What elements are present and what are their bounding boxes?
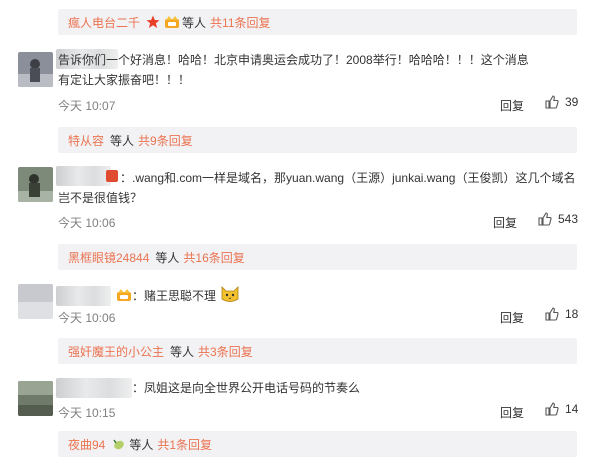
like-button[interactable]: 543	[538, 212, 578, 226]
reply-user-name[interactable]: 夜曲94	[68, 436, 105, 453]
reply-user-name[interactable]: 强奸魔王的小公主	[68, 343, 164, 360]
reply-summary-bar[interactable]: 特从容 等人 共9条回复	[58, 127, 577, 153]
reply-button[interactable]: 回复	[500, 309, 524, 326]
reply-summary-bar[interactable]: 强奸魔王的小公主 等人 共3条回复	[58, 338, 577, 364]
eggplant-emoji-icon	[111, 437, 125, 451]
reply-button[interactable]: 回复	[500, 404, 524, 421]
avatar[interactable]	[18, 284, 53, 319]
like-count: 18	[565, 307, 579, 321]
reply-summary-bar[interactable]: 夜曲94 等人 共1条回复	[58, 431, 577, 457]
like-count: 39	[565, 95, 579, 109]
reply-count-link[interactable]: 共9条回复	[138, 132, 193, 149]
comment-text: 告诉你们一个好消息！哈哈！北京申请奥运会成功了！2008举行！哈哈哈！！！这个消…	[58, 50, 578, 90]
avatar[interactable]	[18, 381, 53, 416]
like-button[interactable]: 39	[545, 95, 578, 109]
thumbs-up-icon	[545, 402, 559, 416]
vip-crown-icon	[116, 288, 131, 302]
comment-time: 今天 10:06	[58, 311, 116, 325]
comment-text-line: 告诉你们一个好消息！哈哈！北京申请奥运会成功了！2008举行！哈哈哈！！！这个消…	[58, 53, 529, 67]
comment-text: ：凤姐这是向全世界公开电话号码的节奏么	[132, 378, 597, 398]
reply-button[interactable]: 回复	[493, 214, 517, 231]
comment-text-line: 有定让大家振奋吧！！！	[58, 73, 191, 87]
avatar[interactable]	[18, 52, 53, 87]
reply-suffix: 等人	[110, 133, 135, 148]
cat-emoji-icon	[220, 284, 240, 304]
comment-text-line: ：凤姐这是向全世界公开电话号码的节奏么	[132, 381, 361, 395]
comment-text-line: ：.wang和.com一样是域名，那yuan.wang（王源）junkai.wa…	[120, 171, 576, 185]
reply-summary-bar[interactable]: 黑框眼镜24844 等人 共16条回复	[58, 244, 577, 270]
reply-suffix: 等人	[155, 250, 180, 265]
comment-text-line: 岂不是很值钱？	[58, 191, 143, 205]
reply-user-name[interactable]: 瘋人电台二千	[68, 14, 140, 31]
blurred-username	[56, 166, 111, 186]
comment-text: ：.wang和.com一样是域名，那yuan.wang（王源）junkai.wa…	[120, 168, 597, 188]
comment-text: 岂不是很值钱？	[58, 188, 578, 208]
like-count: 14	[565, 402, 579, 416]
comment-time: 今天 10:06	[58, 216, 116, 230]
like-button[interactable]: 18	[545, 307, 578, 321]
reply-count-link[interactable]: 共11条回复	[210, 14, 270, 31]
reply-count-link[interactable]: 共1条回复	[157, 436, 212, 453]
star-badge-icon	[146, 15, 160, 29]
vip-badge-icon	[106, 170, 120, 184]
vip-crown-icon	[164, 15, 180, 29]
reply-count-link[interactable]: 共3条回复	[198, 343, 253, 360]
thumbs-up-icon	[545, 307, 559, 321]
reply-user-name[interactable]: 黑框眼镜24844	[68, 249, 149, 266]
like-button[interactable]: 14	[545, 402, 578, 416]
reply-button[interactable]: 回复	[500, 97, 524, 114]
avatar[interactable]	[18, 167, 53, 202]
reply-suffix: 等人	[170, 344, 195, 359]
like-count: 543	[558, 212, 579, 226]
reply-summary-bar[interactable]: 瘋人电台二千 等人 共11条回复	[58, 9, 577, 35]
blurred-username	[56, 286, 111, 306]
thumbs-up-icon	[538, 212, 552, 226]
reply-count-link[interactable]: 共16条回复	[183, 249, 244, 266]
comment-time: 今天 10:15	[58, 406, 116, 420]
reply-user-name[interactable]: 特从容	[68, 132, 104, 149]
thumbs-up-icon	[545, 95, 559, 109]
reply-suffix: 等人	[129, 437, 154, 452]
reply-suffix: 等人	[182, 15, 207, 30]
comment-time: 今天 10:07	[58, 99, 116, 113]
blurred-username	[56, 378, 132, 398]
